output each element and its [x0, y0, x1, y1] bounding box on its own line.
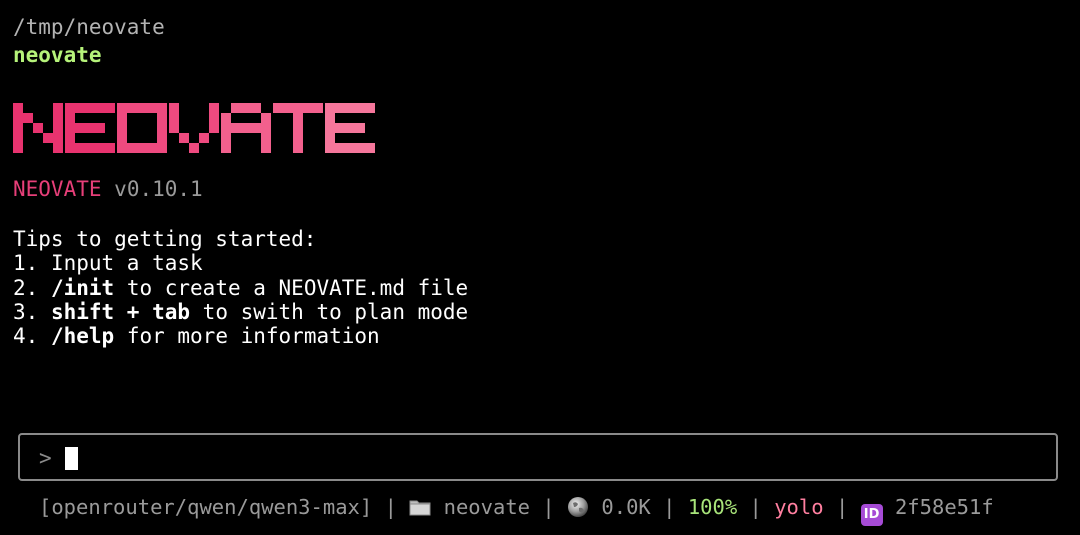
status-bar: [openrouter/qwen/qwen3-max] | neovate | …: [39, 494, 994, 526]
tip-item: 4. /help for more information: [13, 324, 380, 348]
tip-command: /help: [50, 324, 115, 348]
tip-number: 4.: [13, 324, 39, 348]
separator: |: [663, 495, 676, 519]
logo-letter: [325, 103, 375, 153]
tips-title: Tips to getting started:: [13, 227, 317, 251]
logo-letter: [117, 103, 167, 153]
approval-mode: yolo: [774, 495, 824, 519]
version-brand: NEOVATE: [13, 177, 102, 201]
globe-icon: [567, 496, 589, 518]
tip-item: 3. shift + tab to swith to plan mode: [13, 300, 468, 324]
working-directory: /tmp/neovate: [13, 15, 165, 39]
version-line: NEOVATE v0.10.1: [13, 177, 203, 201]
tip-text: to create a NEOVATE.md file: [114, 276, 469, 300]
folder-icon: [409, 496, 431, 516]
logo-letter: [221, 103, 271, 153]
separator: |: [384, 495, 397, 519]
tip-command: shift + tab: [50, 300, 191, 324]
tip-number: 3.: [13, 300, 39, 324]
tip-text: for more information: [114, 324, 380, 348]
project-name: neovate: [13, 43, 102, 67]
separator: |: [835, 495, 849, 519]
model-name: [openrouter/qwen/qwen3-max]: [39, 495, 373, 519]
separator: |: [542, 495, 555, 519]
tip-text: to swith to plan mode: [190, 300, 469, 324]
logo-letter: [273, 103, 323, 153]
tip-text: Input a task: [38, 251, 203, 275]
folder-name: neovate: [443, 495, 531, 519]
tip-item: 2. /init to create a NEOVATE.md file: [13, 276, 468, 300]
neovate-logo-art: [13, 103, 375, 153]
chat-input[interactable]: >: [18, 433, 1058, 481]
token-count: 0.0K: [601, 495, 651, 519]
tip-item: 1. Input a task: [13, 251, 203, 275]
tip-number: 1.: [13, 251, 39, 275]
logo-letter: [13, 103, 63, 153]
text-cursor: [65, 447, 78, 470]
neovate-logo: [13, 103, 375, 158]
id-icon: ID: [860, 504, 883, 526]
context-percentage: 100%: [687, 495, 738, 519]
tip-command: /init: [50, 276, 115, 300]
logo-letter: [169, 103, 219, 153]
session-id: 2f58e51f: [894, 495, 994, 519]
version-number: v0.10.1: [114, 177, 203, 201]
tip-number: 2.: [13, 276, 39, 300]
prompt-symbol: >: [39, 446, 52, 470]
logo-letter: [65, 103, 115, 153]
separator: |: [749, 495, 762, 519]
